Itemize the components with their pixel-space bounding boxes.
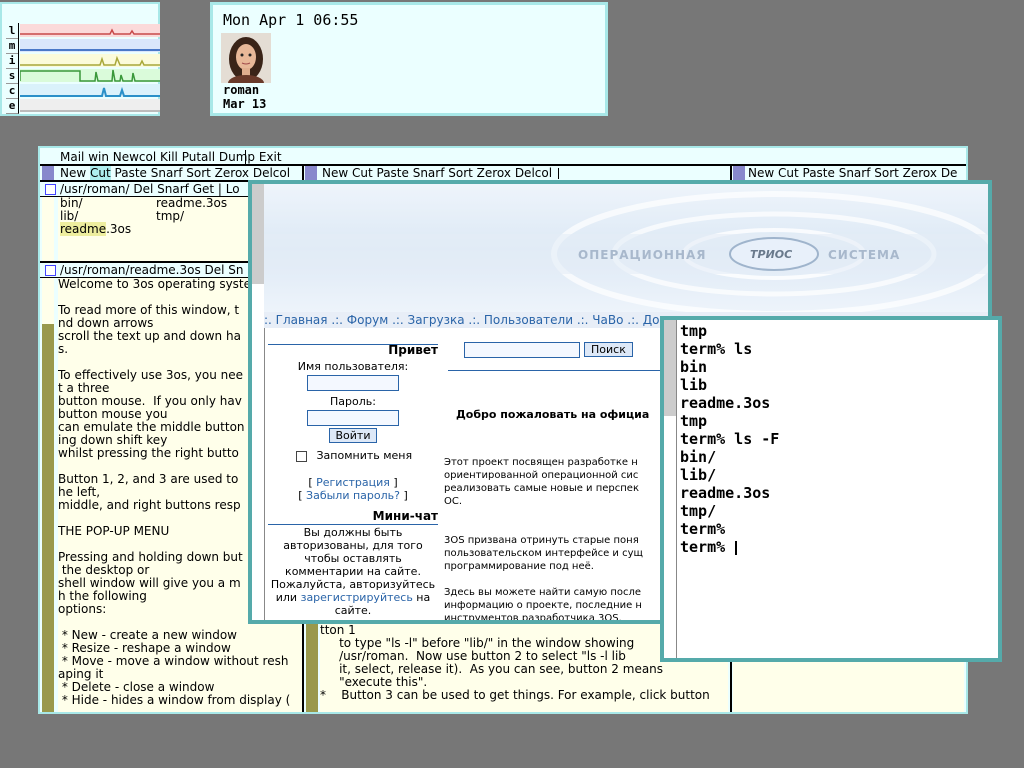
tag-cursor bbox=[245, 150, 246, 164]
remember-checkbox[interactable] bbox=[296, 450, 307, 462]
dir-entry-selected[interactable]: readme.3os bbox=[60, 222, 132, 236]
minichat-register-link[interactable]: зарегистрируйтесь bbox=[301, 591, 413, 604]
scroll-thumb[interactable] bbox=[252, 184, 264, 284]
stat-row-context: c bbox=[6, 83, 160, 99]
terminal-line: lib/ bbox=[680, 466, 717, 484]
column1-tag[interactable]: New Cut Paste Snarf Sort Zerox Delcol bbox=[60, 166, 302, 180]
syscall-graph bbox=[20, 69, 160, 82]
minichat-body: Вы должны быть авторизованы, для того чт… bbox=[268, 526, 438, 617]
sidebar-divider bbox=[268, 524, 438, 525]
stat-row-syscall: s bbox=[6, 68, 160, 84]
paragraph-2: 3OS призвана отринуть старые поня пользо… bbox=[444, 535, 643, 572]
terminal-line: tmp bbox=[680, 412, 708, 430]
terminal-line: readme.3os bbox=[680, 484, 771, 502]
password-label: Пароль: bbox=[330, 395, 376, 408]
banner-text-center: ТРИОС bbox=[750, 248, 793, 261]
main-tag[interactable]: Mail win Newcol Kill Putall Dump Exit bbox=[60, 150, 282, 164]
load-graph bbox=[20, 24, 160, 37]
terminal-line: readme.3os bbox=[680, 394, 771, 412]
stats-window[interactable]: l m i s c e bbox=[0, 2, 160, 116]
terminal-scrollbar[interactable] bbox=[664, 320, 677, 658]
clock-window[interactable]: Mon Apr 1 06:55 roman Mar 13 bbox=[210, 2, 608, 116]
terminal-line: term% ls bbox=[680, 340, 753, 358]
forgot-row: [ Забыли пароль? ] bbox=[298, 489, 408, 502]
selected-rest: .3os bbox=[106, 222, 132, 236]
stat-label: m bbox=[6, 38, 19, 54]
stat-label: e bbox=[6, 98, 19, 114]
login-form: Имя пользователя: Пароль: Войти Запомнит… bbox=[268, 360, 438, 502]
ether-graph bbox=[20, 99, 160, 112]
tag-part: New bbox=[60, 166, 90, 180]
column-handle[interactable] bbox=[733, 166, 745, 180]
column-handle[interactable] bbox=[305, 166, 317, 180]
terminal-line: term% bbox=[680, 520, 726, 538]
stat-label: i bbox=[6, 53, 19, 69]
username-label: Имя пользователя: bbox=[297, 360, 409, 373]
window-box[interactable] bbox=[45, 265, 56, 276]
scroll-thumb[interactable] bbox=[664, 320, 676, 416]
username-input[interactable] bbox=[307, 375, 399, 391]
stat-label: l bbox=[6, 23, 19, 39]
scrollbar[interactable] bbox=[42, 197, 54, 261]
remember-me-row[interactable]: Запомнить меня bbox=[268, 449, 438, 462]
welcome-heading: Добро пожаловать на официа bbox=[456, 408, 650, 421]
register-link[interactable]: Регистрация bbox=[316, 476, 390, 489]
stat-row-ether: e bbox=[6, 98, 160, 114]
scroll-thumb[interactable] bbox=[42, 324, 54, 712]
register-row: [ Регистрация ] bbox=[308, 476, 398, 489]
tag-cursor bbox=[558, 168, 559, 179]
column-handle[interactable] bbox=[42, 166, 54, 180]
stat-label: c bbox=[6, 83, 19, 99]
window-box[interactable] bbox=[45, 184, 56, 195]
terminal-line: lib bbox=[680, 376, 708, 394]
minichat-heading: Мини-чат bbox=[372, 509, 438, 523]
column3-tag[interactable]: New Cut Paste Snarf Sort Zerox De bbox=[748, 166, 964, 180]
text-cursor bbox=[735, 541, 737, 555]
login-heading: Привет bbox=[388, 343, 438, 357]
user-date: Mar 13 bbox=[223, 97, 267, 111]
paragraph-1: Этот проект посвящен разработке н ориент… bbox=[444, 457, 639, 507]
context-graph bbox=[20, 84, 160, 97]
search-input[interactable] bbox=[464, 342, 580, 358]
terminal-line: term% ls -F bbox=[680, 430, 780, 448]
selected-text: readme bbox=[60, 222, 107, 236]
stat-row-intr: i bbox=[6, 53, 160, 69]
terminal-line: bin/ bbox=[680, 448, 717, 466]
banner-text-left: ОПЕРАЦИОННАЯ bbox=[578, 248, 707, 262]
login-button[interactable]: Войти bbox=[328, 428, 378, 443]
search-button[interactable]: Поиск bbox=[584, 342, 633, 357]
datetime: Mon Apr 1 06:55 bbox=[223, 11, 359, 29]
stat-row-memory: m bbox=[6, 38, 160, 54]
password-input[interactable] bbox=[307, 410, 399, 426]
remember-label: Запомнить меня bbox=[316, 449, 413, 462]
forgot-password-link[interactable]: Забыли пароль? bbox=[306, 489, 400, 502]
terminal-line: tmp/ bbox=[680, 502, 717, 520]
username: roman bbox=[223, 83, 260, 97]
stat-label: s bbox=[6, 68, 19, 84]
avatar-image bbox=[221, 33, 271, 83]
user-avatar bbox=[221, 33, 271, 83]
column2-tag[interactable]: New Cut Paste Snarf Sort Zerox Delcol bbox=[322, 166, 726, 180]
content-divider bbox=[448, 370, 668, 371]
site-banner: ОПЕРАЦИОННАЯ ТРИОС СИСТЕМА bbox=[264, 184, 988, 317]
terminal-prompt[interactable]: term% bbox=[680, 538, 734, 556]
memory-graph bbox=[20, 39, 160, 52]
scroll-thumb[interactable] bbox=[306, 624, 318, 712]
stat-row-load: l bbox=[6, 23, 160, 39]
dir-entry[interactable]: tmp/ bbox=[156, 210, 184, 223]
banner-text-right: СИСТЕМА bbox=[828, 248, 901, 262]
terminal-window[interactable]: tmp term% ls bin lib readme.3os tmp term… bbox=[660, 316, 1002, 662]
tag-part-cut: Cut bbox=[90, 166, 111, 180]
intr-graph bbox=[20, 54, 160, 67]
terminal-line: tmp bbox=[680, 322, 708, 340]
paragraph-3: Здесь вы можете найти самую после информ… bbox=[444, 587, 642, 624]
terminal-line: bin bbox=[680, 358, 708, 376]
tag-part: Paste Snarf Sort Zerox Delcol bbox=[110, 166, 291, 180]
